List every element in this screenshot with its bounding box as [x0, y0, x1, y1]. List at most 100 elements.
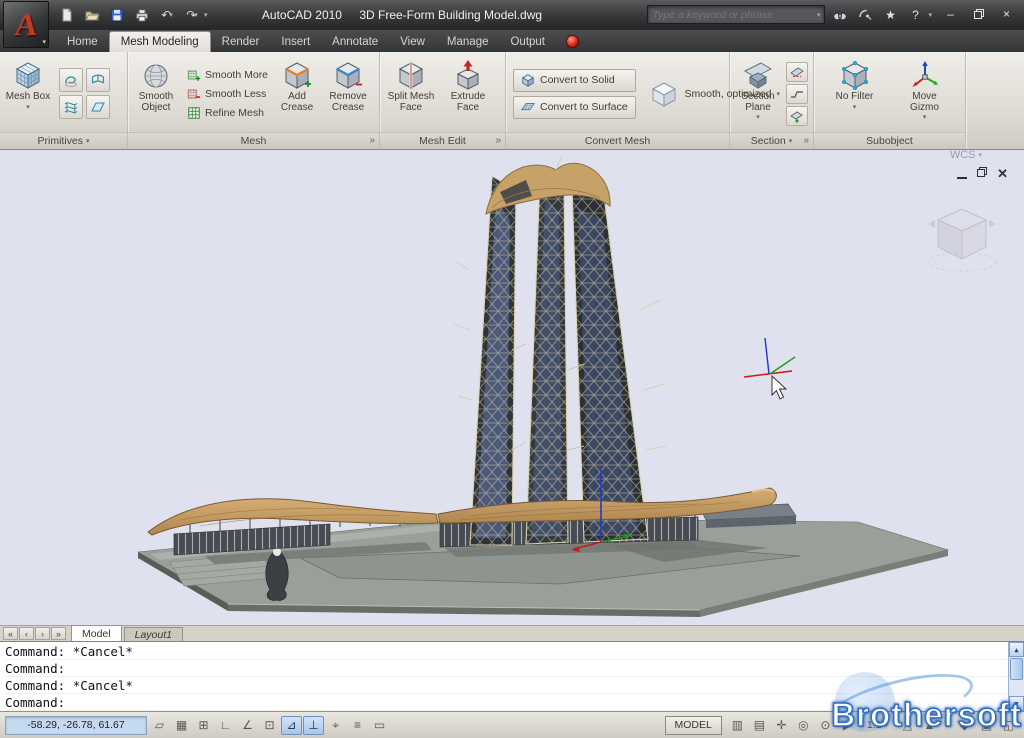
quick-view-drawings-icon[interactable]: ▤	[749, 716, 770, 735]
search-dropdown-icon[interactable]: ▾	[817, 11, 821, 19]
quick-properties-icon[interactable]: ▭	[369, 716, 390, 735]
layout1-tab[interactable]: Layout1	[124, 627, 183, 641]
planar-surface-icon[interactable]	[86, 95, 110, 119]
undo-icon[interactable]: ↶▾	[156, 5, 178, 25]
smooth-object-button[interactable]: Smooth Object	[130, 54, 182, 133]
section-jog-icon[interactable]	[786, 84, 808, 104]
new-file-icon[interactable]	[56, 5, 78, 25]
plot-icon[interactable]	[131, 5, 153, 25]
workspace-switching-icon[interactable]: ◆	[954, 716, 975, 735]
viewport-close-button[interactable]: ✕	[997, 168, 1008, 180]
move-gizmo-dropdown-icon[interactable]: ▾	[923, 114, 927, 122]
prev-layout-icon[interactable]: ‹	[19, 627, 34, 640]
convert-to-surface-button[interactable]: Convert to Surface	[513, 96, 636, 119]
model-space-button[interactable]: MODEL	[665, 716, 722, 735]
object-snap-tracking-icon[interactable]: ⊿	[281, 716, 302, 735]
tab-home[interactable]: Home	[56, 32, 109, 52]
dynamic-ucs-icon[interactable]: ⊥	[303, 716, 324, 735]
section-plane-button[interactable]: Section Plane ▾	[732, 54, 784, 133]
view-cube[interactable]	[928, 209, 996, 271]
wcs-button[interactable]: WCS ▾	[950, 149, 982, 161]
search-input[interactable]	[652, 9, 816, 21]
application-menu-button[interactable]: A ▾	[3, 1, 49, 48]
last-layout-icon[interactable]: »	[51, 627, 66, 640]
command-line-window[interactable]: Command: *Cancel*Command:Command: *Cance…	[0, 641, 1024, 711]
annotation-visibility-icon[interactable]: △	[897, 716, 918, 735]
search-box[interactable]: ▾	[647, 5, 825, 24]
mesh-box-button[interactable]: Mesh Box ▾	[2, 54, 54, 133]
help-icon[interactable]: ?	[905, 5, 925, 24]
smooth-more-button[interactable]: Smooth More	[184, 67, 271, 83]
viewport-minimize-button[interactable]	[957, 170, 967, 179]
section-plane-dropdown-icon[interactable]: ▾	[756, 114, 760, 122]
smooth-less-button[interactable]: Smooth Less	[184, 86, 271, 102]
panel-title-section[interactable]: Section ▾ »	[730, 132, 813, 149]
ortho-mode-icon[interactable]: ∟	[215, 716, 236, 735]
save-icon[interactable]	[106, 5, 128, 25]
scrollbar-thumb[interactable]	[1010, 658, 1023, 680]
tab-render[interactable]: Render	[211, 32, 271, 52]
restore-button[interactable]	[966, 5, 991, 23]
drawing-viewport[interactable]: ✕	[0, 150, 1024, 625]
generate-section-icon[interactable]	[786, 106, 808, 126]
command-scrollbar[interactable]: ▲ ▼	[1008, 642, 1024, 711]
mesh-box-dropdown-icon[interactable]: ▾	[26, 104, 30, 112]
quick-view-layouts-icon[interactable]: ▥	[727, 716, 748, 735]
tab-annotate[interactable]: Annotate	[321, 32, 389, 52]
status-tray-icon[interactable]: ▣	[976, 716, 997, 735]
section-expander-icon[interactable]: »	[803, 135, 809, 146]
favorites-star-icon[interactable]: ★	[880, 5, 900, 24]
remove-crease-button[interactable]: Remove Crease	[321, 54, 375, 133]
viewport-restore-button[interactable]	[976, 165, 988, 183]
mesh-edit-expander-icon[interactable]: »	[495, 135, 501, 146]
panel-title-subobject[interactable]: Subobject	[814, 132, 965, 149]
dynamic-input-icon[interactable]: ⌖	[325, 716, 346, 735]
convert-to-solid-button[interactable]: Convert to Solid	[513, 69, 636, 92]
pan-icon[interactable]: ✛	[771, 716, 792, 735]
qat-customize-icon[interactable]: ▾	[204, 11, 208, 19]
refine-mesh-button[interactable]: Refine Mesh	[184, 105, 271, 121]
ruled-surface-icon[interactable]	[86, 68, 110, 92]
tab-view[interactable]: View	[389, 32, 436, 52]
extrude-face-button[interactable]: Extrude Face	[440, 54, 496, 133]
infer-constraints-icon[interactable]: ▱	[149, 716, 170, 735]
panel-title-convert-mesh[interactable]: Convert Mesh	[506, 132, 729, 149]
annotation-scale-button[interactable]: 1:1 ▾	[860, 716, 895, 735]
scroll-down-icon[interactable]: ▼	[1009, 696, 1024, 711]
minimize-button[interactable]: –	[938, 5, 963, 23]
model-tab[interactable]: Model	[71, 625, 122, 641]
scroll-up-icon[interactable]: ▲	[1009, 642, 1024, 657]
mesh-expander-icon[interactable]: »	[369, 135, 375, 146]
revolved-surface-icon[interactable]	[59, 68, 83, 92]
tab-manage[interactable]: Manage	[436, 32, 500, 52]
clean-screen-icon[interactable]: ◱	[998, 716, 1019, 735]
no-filter-dropdown-icon[interactable]: ▾	[853, 104, 857, 112]
help-dropdown-icon[interactable]: ▾	[928, 11, 932, 19]
redo-icon[interactable]: ↷▾	[181, 5, 203, 25]
zoom-icon[interactable]: ◎	[793, 716, 814, 735]
panel-title-primitives[interactable]: Primitives ▾	[0, 132, 127, 149]
steering-wheel-icon[interactable]: ⊙	[815, 716, 836, 735]
show-motion-icon[interactable]: ▶	[837, 716, 858, 735]
coordinate-readout[interactable]: -58.29, -26.78, 61.67	[5, 716, 147, 735]
move-gizmo-button[interactable]: Move Gizmo ▾	[897, 54, 953, 133]
status-dropdown-icon[interactable]: ▾	[942, 721, 952, 730]
tab-mesh-modeling[interactable]: Mesh Modeling	[109, 31, 211, 52]
add-crease-button[interactable]: Add Crease	[273, 54, 321, 133]
next-layout-icon[interactable]: ›	[35, 627, 50, 640]
tab-output[interactable]: Output	[499, 32, 556, 52]
communication-center-icon[interactable]	[855, 5, 875, 24]
snap-mode-icon[interactable]: ▦	[171, 716, 192, 735]
polar-tracking-icon[interactable]: ∠	[237, 716, 258, 735]
live-section-icon[interactable]	[786, 62, 808, 82]
object-snap-icon[interactable]: ⊡	[259, 716, 280, 735]
tab-insert[interactable]: Insert	[270, 32, 321, 52]
panel-title-mesh-edit[interactable]: Mesh Edit »	[380, 132, 505, 149]
search-binoculars-icon[interactable]	[830, 5, 850, 24]
open-file-icon[interactable]	[81, 5, 103, 25]
first-layout-icon[interactable]: «	[3, 627, 18, 640]
red-orb-icon[interactable]	[566, 35, 579, 48]
no-filter-button[interactable]: No Filter ▾	[827, 54, 883, 133]
lineweight-icon[interactable]: ≡	[347, 716, 368, 735]
grid-display-icon[interactable]: ⊞	[193, 716, 214, 735]
